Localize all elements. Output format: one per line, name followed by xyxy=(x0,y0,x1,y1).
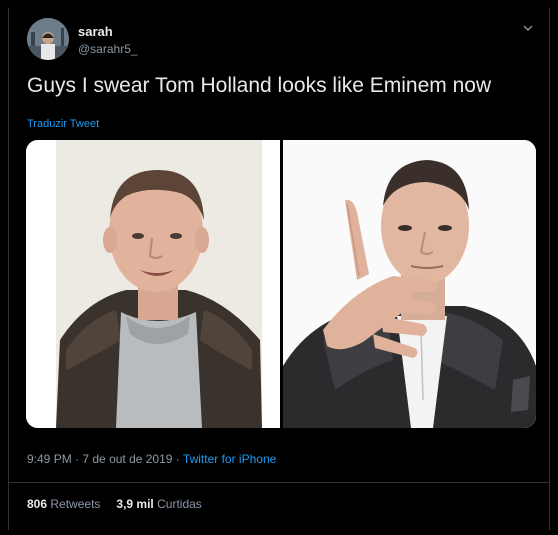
avatar[interactable] xyxy=(27,18,69,60)
meta-separator: · xyxy=(172,452,183,466)
user-handle[interactable]: @sarahr5_ xyxy=(78,42,138,56)
tweet-date: 7 de out de 2019 xyxy=(82,452,173,466)
translate-link[interactable]: Traduzir Tweet xyxy=(27,118,99,130)
likes-label: Curtidas xyxy=(157,497,202,511)
tweet-text: Guys I swear Tom Holland looks like Emin… xyxy=(27,74,492,97)
photo-right[interactable] xyxy=(283,140,536,428)
avatar-image xyxy=(27,18,69,60)
source-app-link[interactable]: Twitter for iPhone xyxy=(183,452,276,466)
chevron-down-icon[interactable] xyxy=(522,22,534,37)
likes-count: 3,9 mil xyxy=(116,497,154,511)
tweet-stats: 806 Retweets 3,9 mil Curtidas xyxy=(27,497,202,511)
user-name[interactable]: sarah xyxy=(78,24,113,39)
tweet-time: 9:49 PM xyxy=(27,452,72,466)
retweets-count: 806 xyxy=(27,497,48,511)
tweet-meta: 9:49 PM · 7 de out de 2019 · Twitter for… xyxy=(27,452,276,466)
photo-left[interactable] xyxy=(26,140,280,428)
meta-separator: · xyxy=(71,452,83,466)
retweets-stat[interactable]: 806 Retweets xyxy=(27,497,100,511)
retweets-label: Retweets xyxy=(50,497,101,511)
media-grid xyxy=(26,140,536,428)
divider xyxy=(9,482,549,483)
likes-stat[interactable]: 3,9 mil Curtidas xyxy=(116,497,201,511)
